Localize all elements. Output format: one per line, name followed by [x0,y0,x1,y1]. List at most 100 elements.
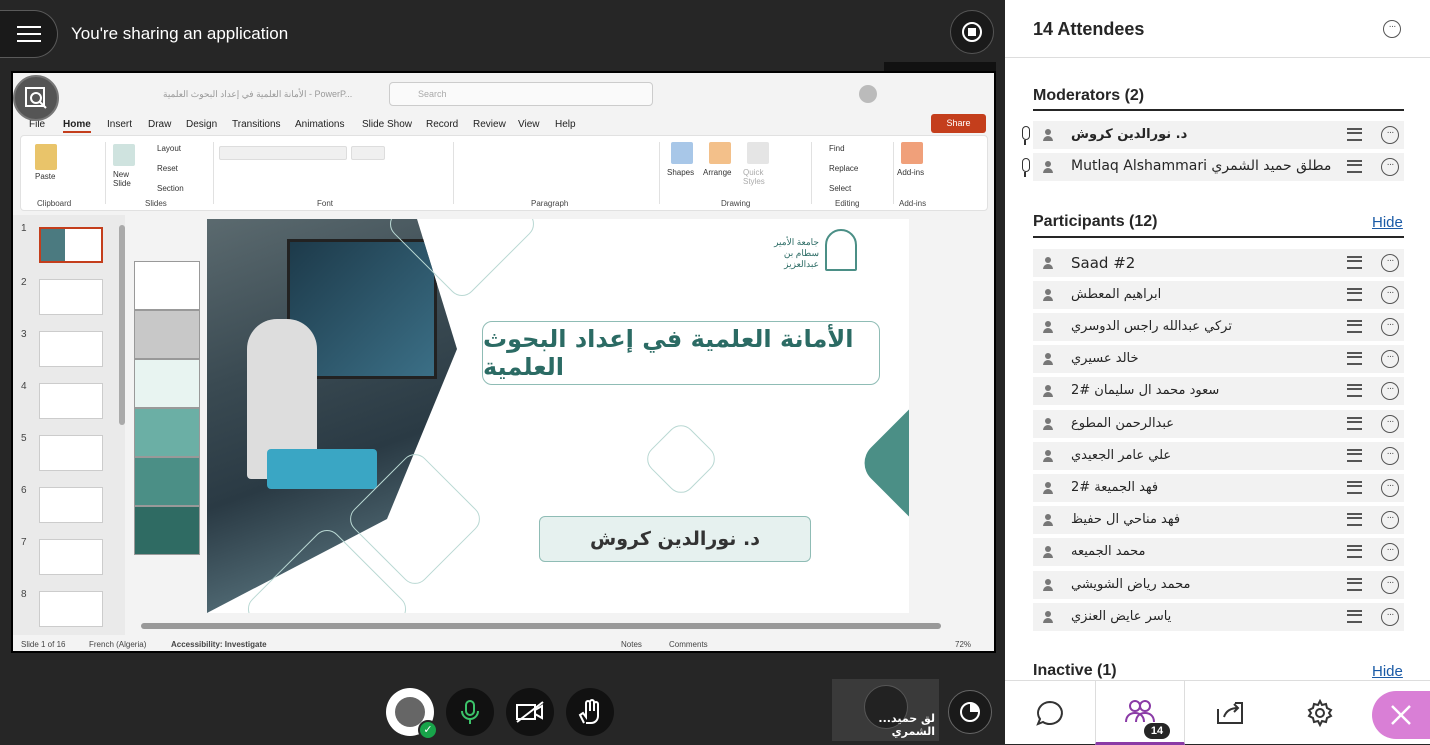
slide-thumbnail-2[interactable] [39,279,103,315]
notes-button[interactable]: Notes [621,640,642,649]
list-icon[interactable] [1347,449,1362,462]
slide-thumbnail-6[interactable] [39,487,103,523]
menu-help[interactable]: Help [555,119,576,130]
microphone-button[interactable] [446,688,494,736]
more-options-icon[interactable]: ··· [1383,20,1401,38]
new-slide-icon[interactable] [113,144,135,166]
list-icon[interactable] [1347,481,1362,494]
list-icon[interactable] [1347,256,1362,269]
accessibility-indicator[interactable]: Accessibility: Investigate [171,640,267,649]
list-icon[interactable] [1347,417,1362,430]
list-icon[interactable] [1347,384,1362,397]
shapes-icon[interactable] [671,142,693,164]
list-icon[interactable] [1347,128,1362,141]
menu-slide-show[interactable]: Slide Show [362,119,412,130]
more-options-icon[interactable]: ··· [1381,126,1399,144]
participant-row[interactable]: فهد الجميعة #2 ··· [1033,474,1404,502]
tab-settings[interactable] [1275,681,1365,745]
tab-chat[interactable] [1005,681,1095,745]
section-button[interactable]: Section [157,184,184,193]
menu-animations[interactable]: Animations [295,119,344,130]
list-icon[interactable] [1347,610,1362,623]
slide-horizontal-scrollbar[interactable] [141,623,941,629]
more-options-icon[interactable]: ··· [1381,511,1399,529]
comments-button[interactable]: Comments [669,640,708,649]
select-button[interactable]: Select [829,184,851,193]
slide-thumbnail-4[interactable] [39,383,103,419]
thumbnails-scrollbar[interactable] [119,225,125,425]
menu-view[interactable]: View [518,119,540,130]
layout-button[interactable]: Layout [157,144,181,153]
ppt-share-button[interactable]: Share [931,114,986,133]
replace-button[interactable]: Replace [829,164,858,173]
hide-inactive-link[interactable]: Hide [1372,663,1403,680]
list-icon[interactable] [1347,288,1362,301]
participant-video-tile[interactable]: ...لق حميد الشمري [832,679,939,741]
menu-home[interactable]: Home [63,119,91,133]
stop-sharing-button[interactable] [950,10,994,54]
slide-thumbnail-7[interactable] [39,539,103,575]
paste-icon[interactable] [35,144,57,170]
hide-participants-link[interactable]: Hide [1372,214,1403,231]
find-button[interactable]: Find [829,144,845,153]
more-options-icon[interactable]: ··· [1381,254,1399,272]
ppt-search-box[interactable]: Search [389,82,653,106]
ppt-user-avatar[interactable] [859,85,877,103]
zoom-shared-view-button[interactable] [13,75,59,121]
menu-review[interactable]: Review [473,119,506,130]
font-name-select[interactable] [219,146,347,160]
list-icon[interactable] [1347,578,1362,591]
moderator-row[interactable]: Mutlaq Alshammari مطلق حميد الشمري ··· [1033,153,1404,181]
moderator-row[interactable]: د. نورالدين كروش ··· [1033,121,1404,149]
more-options-icon[interactable]: ··· [1381,158,1399,176]
more-options-icon[interactable]: ··· [1381,447,1399,465]
list-icon[interactable] [1347,352,1362,365]
menu-draw[interactable]: Draw [148,119,171,130]
list-icon[interactable] [1347,320,1362,333]
list-icon[interactable] [1347,513,1362,526]
more-options-icon[interactable]: ··· [1381,543,1399,561]
quick-styles-icon[interactable] [747,142,769,164]
more-options-icon[interactable]: ··· [1381,479,1399,497]
raise-hand-button[interactable] [566,688,614,736]
shared-application-view[interactable]: الأمانة العلمية في إعداد البحوث العلمية … [11,71,996,653]
menu-insert[interactable]: Insert [107,119,132,130]
session-timer-button[interactable] [948,690,992,734]
addins-icon[interactable] [901,142,923,164]
slide-thumbnail-5[interactable] [39,435,103,471]
slide-thumbnail-8[interactable] [39,591,103,627]
slide-thumbnail-3[interactable] [39,331,103,367]
more-options-icon[interactable]: ··· [1381,350,1399,368]
participant-row[interactable]: محمد الجميعه ··· [1033,538,1404,566]
my-status-button[interactable]: ✓ [386,688,438,740]
menu-record[interactable]: Record [426,119,458,130]
language-indicator[interactable]: French (Algeria) [89,640,146,649]
tab-attendees[interactable]: 14 [1095,681,1185,745]
participant-row[interactable]: علي عامر الجعيدي ··· [1033,442,1404,470]
list-icon[interactable] [1347,545,1362,558]
menu-design[interactable]: Design [186,119,217,130]
more-options-icon[interactable]: ··· [1381,286,1399,304]
participant-row[interactable]: تركي عبدالله راجس الدوسري ··· [1033,313,1404,341]
participant-row[interactable]: ابراهيم المعطش ··· [1033,281,1404,309]
arrange-icon[interactable] [709,142,731,164]
participant-row[interactable]: محمد رياض الشويشي ··· [1033,571,1404,599]
participant-row[interactable]: ياسر عايض العنزي ··· [1033,603,1404,631]
participant-row[interactable]: سعود محمد ال سليمان #2 ··· [1033,377,1404,405]
more-options-icon[interactable]: ··· [1381,318,1399,336]
slide-thumbnail-1[interactable] [39,227,103,263]
more-options-icon[interactable]: ··· [1381,382,1399,400]
more-options-icon[interactable]: ··· [1381,415,1399,433]
close-panel-button[interactable] [1372,691,1430,739]
more-options-icon[interactable]: ··· [1381,608,1399,626]
menu-transitions[interactable]: Transitions [232,119,281,130]
reset-button[interactable]: Reset [157,164,178,173]
camera-button[interactable] [506,688,554,736]
menu-button[interactable] [0,10,58,58]
more-options-icon[interactable]: ··· [1381,576,1399,594]
font-size-select[interactable] [351,146,385,160]
tab-share-content[interactable] [1185,681,1275,745]
participant-row[interactable]: Saad #2 ··· [1033,249,1404,277]
list-icon[interactable] [1347,160,1362,173]
participant-row[interactable]: خالد عسيري ··· [1033,345,1404,373]
